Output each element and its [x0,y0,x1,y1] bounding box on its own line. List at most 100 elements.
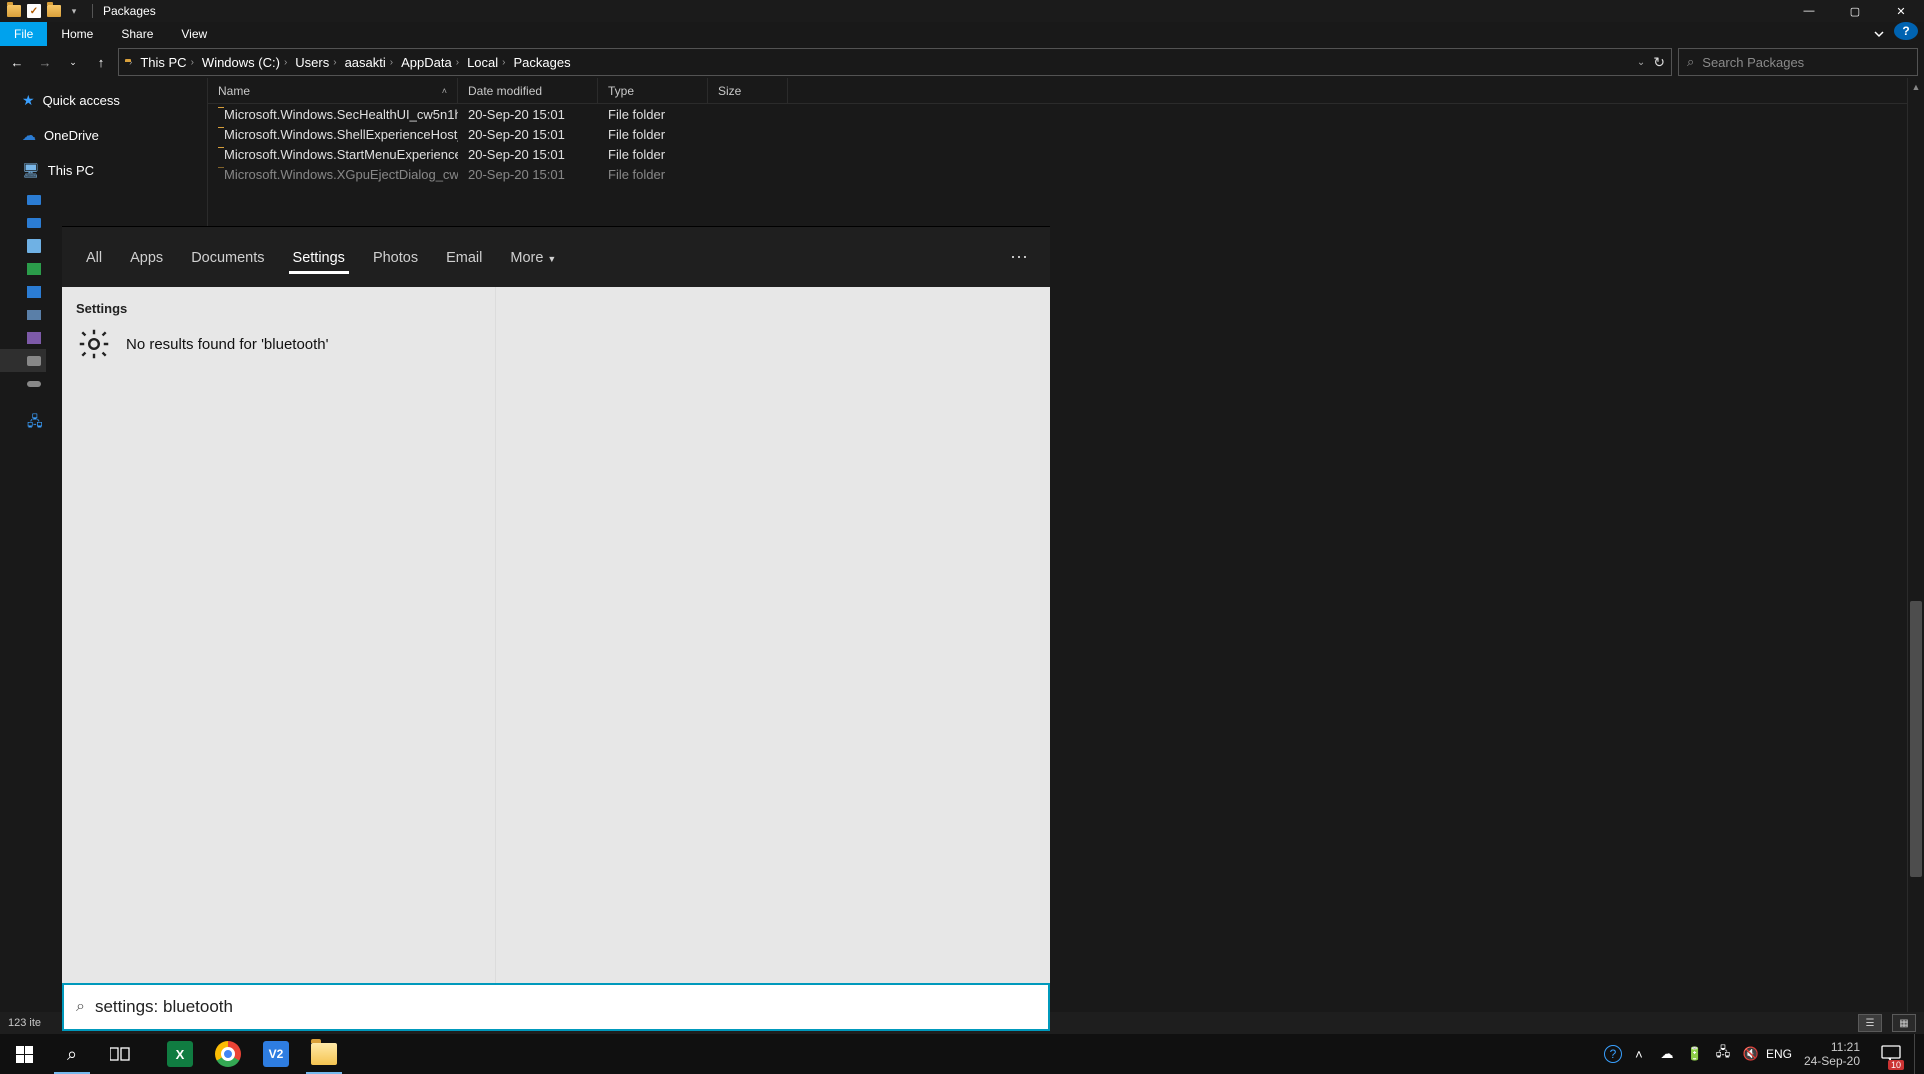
folder-icon [6,3,22,19]
search-tab-all[interactable]: All [82,232,106,282]
help-button[interactable]: ? [1894,22,1918,40]
qat-dropdown-icon[interactable]: ▾ [66,3,82,19]
breadcrumb-segment[interactable]: Local [467,55,498,70]
minimize-button[interactable]: — [1786,0,1832,22]
breadcrumb[interactable]: ›aasakti [333,55,386,70]
breadcrumb[interactable]: ›Packages [502,55,570,70]
nav-item-label: This PC [48,163,94,178]
taskbar-app-file-explorer[interactable] [300,1034,348,1074]
nav-forward-button[interactable]: → [34,51,56,73]
qat-folder-icon[interactable] [46,3,62,19]
scroll-thumb[interactable] [1910,601,1922,877]
close-button[interactable]: ✕ [1878,0,1924,22]
view-details-button[interactable]: ☰ [1858,1014,1882,1032]
file-date: 20-Sep-20 15:01 [458,167,598,182]
table-row[interactable]: Microsoft.Windows.StartMenuExperience...… [208,144,1924,164]
chevron-down-icon: ▼ [547,254,556,264]
excel-icon: X [167,1041,193,1067]
subitem-icon[interactable] [0,234,46,257]
search-more-options-button[interactable]: ⋯ [1010,247,1030,268]
search-input-row[interactable]: ⌕ [62,983,1050,1031]
nav-this-pc[interactable]: 🖥This PC [0,158,207,183]
ribbon-tab-file[interactable]: File [0,22,47,46]
ribbon-tab-view[interactable]: View [167,22,221,46]
subitem-icon[interactable] [0,303,46,326]
subitem-icon[interactable] [0,257,46,280]
qat-check-icon[interactable]: ✓ [26,3,42,19]
scroll-up-arrow-icon[interactable]: ▲ [1908,78,1924,95]
column-size[interactable]: Size [708,78,788,103]
search-input[interactable] [95,997,1036,1017]
breadcrumb-segment[interactable]: Packages [513,55,570,70]
column-name[interactable]: Name˄ [208,78,458,103]
table-row[interactable]: Microsoft.Windows.SecHealthUI_cw5n1h... … [208,104,1924,124]
file-date: 20-Sep-20 15:01 [458,147,598,162]
search-category-label: Settings [76,301,495,316]
tray-volume-muted-icon[interactable]: 🔇 [1740,1034,1762,1074]
taskbar-app-excel[interactable]: X [156,1034,204,1074]
subitem-icon[interactable] [0,188,46,211]
windows-search-panel: All Apps Documents Settings Photos Email… [62,226,1050,1031]
breadcrumb-segment[interactable]: Windows (C:) [202,55,280,70]
subitem-icon[interactable] [0,280,46,303]
breadcrumb-segment[interactable]: Users [295,55,329,70]
file-rows: Microsoft.Windows.SecHealthUI_cw5n1h... … [208,104,1924,184]
table-row[interactable]: Microsoft.Windows.ShellExperienceHost_..… [208,124,1924,144]
maximize-button[interactable]: ▢ [1832,0,1878,22]
taskbar-search-button[interactable]: ⌕ [48,1034,96,1074]
search-tab-settings[interactable]: Settings [289,232,349,282]
task-view-button[interactable] [96,1034,144,1074]
breadcrumb[interactable]: ›This PC [129,55,187,70]
breadcrumb[interactable]: ›AppData [390,55,452,70]
subitem-icon[interactable] [0,326,46,349]
nav-onedrive[interactable]: ☁OneDrive [0,123,207,148]
explorer-search-input[interactable]: ⌕ Search Packages [1678,48,1918,76]
subitem-icon[interactable] [0,372,46,395]
ribbon-tab-home[interactable]: Home [47,22,107,46]
search-results-right-pane [496,287,1050,983]
address-box[interactable]: ›This PC ›Windows (C:) ›Users ›aasakti ›… [118,48,1672,76]
notification-count-badge: 10 [1888,1060,1904,1070]
nav-quick-access[interactable]: ★Quick access [0,88,207,113]
breadcrumb[interactable]: ›Windows (C:) [191,55,280,70]
tray-onedrive-icon[interactable]: ☁ [1656,1034,1678,1074]
subitem-icon[interactable] [0,349,46,372]
taskbar-app-chrome[interactable] [204,1034,252,1074]
ribbon-tab-share[interactable]: Share [107,22,167,46]
breadcrumb[interactable]: ›Local [456,55,498,70]
tray-help-icon[interactable]: ? [1604,1045,1622,1063]
vertical-scrollbar[interactable]: ▲ ▼ [1907,78,1924,1032]
column-type[interactable]: Type [598,78,708,103]
nav-up-button[interactable]: ↑ [90,51,112,73]
nav-history-dropdown[interactable]: ⌄ [62,51,84,73]
action-center-button[interactable]: 10 [1874,1034,1908,1074]
subitem-icon[interactable] [0,211,46,234]
tray-battery-icon[interactable]: 🔋 [1684,1034,1706,1074]
search-tab-documents[interactable]: Documents [187,232,268,282]
address-dropdown-icon[interactable]: ⌄ [1637,57,1645,68]
search-tab-email[interactable]: Email [442,232,486,282]
nav-back-button[interactable]: ← [6,51,28,73]
search-tab-photos[interactable]: Photos [369,232,422,282]
tray-clock[interactable]: 11:21 24-Sep-20 [1796,1040,1868,1068]
subitem-network-icon[interactable]: 🖧 [0,407,46,430]
start-button[interactable] [0,1034,48,1074]
tray-overflow-button[interactable]: ˄ [1628,1034,1650,1074]
breadcrumb-segment[interactable]: aasakti [345,55,386,70]
breadcrumb-segment[interactable]: AppData [401,55,452,70]
tray-network-icon[interactable]: 🖧 [1712,1034,1734,1074]
refresh-button[interactable]: ↻ [1653,54,1665,71]
show-desktop-button[interactable] [1914,1034,1920,1074]
tray-time: 11:21 [1804,1040,1860,1054]
ribbon-collapse-button[interactable] [1864,22,1894,46]
view-large-icons-button[interactable]: ▦ [1892,1014,1916,1032]
breadcrumb-segment[interactable]: This PC [140,55,186,70]
search-tab-apps[interactable]: Apps [126,232,167,282]
search-tab-more[interactable]: More▼ [506,232,560,282]
file-date: 20-Sep-20 15:01 [458,127,598,142]
taskbar-app-vnc[interactable]: V2 [252,1034,300,1074]
column-date[interactable]: Date modified [458,78,598,103]
table-row[interactable]: Microsoft.Windows.XGpuEjectDialog_cw... … [208,164,1924,184]
tray-language[interactable]: ENG [1768,1034,1790,1074]
breadcrumb[interactable]: ›Users [284,55,329,70]
